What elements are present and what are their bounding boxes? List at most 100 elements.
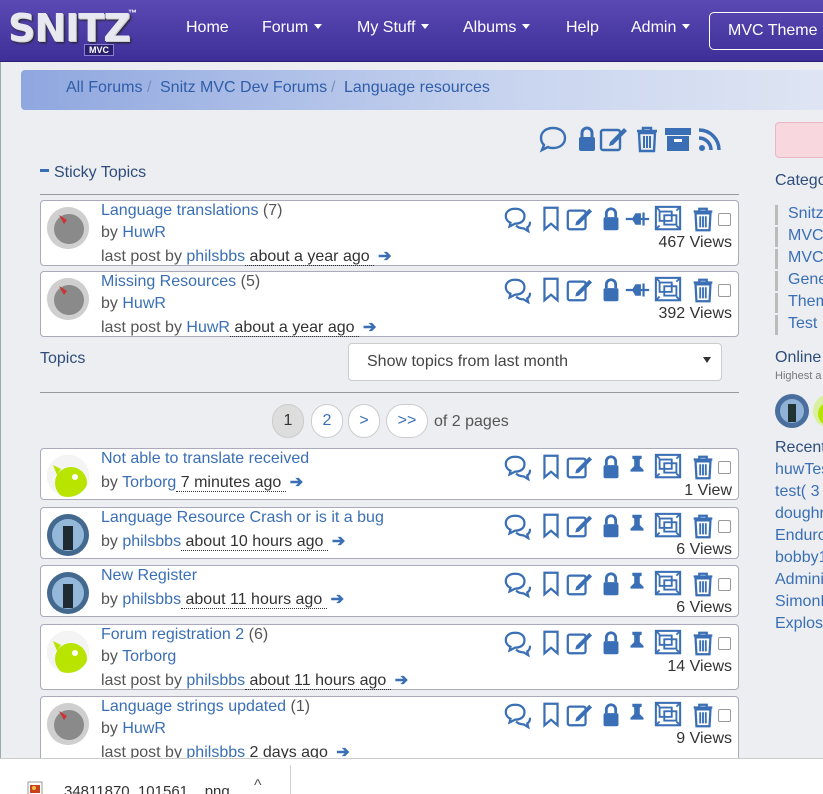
avatar[interactable]	[47, 455, 89, 497]
lock-icon[interactable]	[597, 276, 625, 304]
edit-icon[interactable]	[565, 276, 593, 304]
topic-title-link[interactable]: Language Resource Crash or is it a bug	[101, 509, 384, 526]
topic-author-link[interactable]: philsbbs	[122, 591, 181, 608]
chat-icon[interactable]	[538, 124, 568, 154]
lock-icon[interactable]	[597, 701, 625, 729]
edit-icon[interactable]	[565, 629, 593, 657]
bookmark-icon[interactable]	[537, 205, 565, 233]
topic-title-link[interactable]: Language translations	[101, 202, 258, 219]
page-button[interactable]: >>	[386, 404, 428, 438]
edit-icon[interactable]	[565, 453, 593, 481]
lock-icon[interactable]	[597, 512, 625, 540]
arrow-right-icon[interactable]: ➔	[331, 591, 344, 608]
sidebar-category-link[interactable]: Test	[775, 315, 817, 335]
arrow-right-icon[interactable]: ➔	[363, 319, 376, 336]
nav-forum[interactable]: Forum	[262, 19, 323, 37]
chat-double-icon[interactable]	[503, 570, 531, 598]
site-logo[interactable]: SNITZ ™ MVC	[8, 6, 140, 56]
last-post-user-link[interactable]: philsbbs	[186, 248, 245, 265]
chat-double-icon[interactable]	[503, 629, 531, 657]
avatar[interactable]	[47, 631, 89, 673]
bookmark-icon[interactable]	[537, 570, 565, 598]
move-icon[interactable]	[652, 453, 684, 481]
chevron-up-icon[interactable]: ^	[254, 777, 262, 794]
chat-double-icon[interactable]	[503, 701, 531, 729]
chat-double-icon[interactable]	[503, 453, 531, 481]
topic-author-link[interactable]: HuwR	[122, 295, 166, 312]
archive-icon[interactable]	[663, 124, 693, 154]
bookmark-icon[interactable]	[537, 629, 565, 657]
avatar[interactable]	[47, 514, 89, 556]
edit-icon[interactable]	[565, 512, 593, 540]
lock-icon[interactable]	[597, 570, 625, 598]
pin-icon[interactable]	[623, 701, 651, 729]
topic-filter-select[interactable]: Show topics from last month	[348, 343, 722, 381]
sidebar-category-link[interactable]: Snitz	[775, 205, 823, 225]
arrow-right-icon[interactable]: ➔	[290, 474, 303, 491]
recent-user-link[interactable]: Admini	[775, 571, 823, 589]
move-icon[interactable]	[652, 276, 684, 304]
chat-double-icon[interactable]	[503, 205, 531, 233]
recent-user-link[interactable]: SimonE	[775, 593, 823, 611]
recent-user-link[interactable]: test( 3	[775, 483, 819, 501]
sidebar-category-link[interactable]: MVC	[775, 227, 823, 247]
sticky-topics-toggle[interactable]: Sticky Topics	[40, 164, 146, 182]
move-icon[interactable]	[652, 570, 684, 598]
topic-author-link[interactable]: HuwR	[122, 224, 166, 241]
trash-icon[interactable]	[689, 701, 717, 729]
download-filename[interactable]: 34811870_101561....png	[64, 783, 230, 794]
breadcrumb-all-forums[interactable]: All Forums	[66, 79, 142, 97]
trash-icon[interactable]	[632, 124, 662, 154]
unpin-icon[interactable]	[623, 276, 651, 304]
pin-icon[interactable]	[623, 629, 651, 657]
rss-icon[interactable]	[695, 124, 725, 154]
breadcrumb-forum[interactable]: Snitz MVC Dev Forums	[160, 79, 327, 97]
select-checkbox[interactable]	[718, 709, 731, 722]
sidebar-category-link[interactable]: Them	[775, 293, 823, 313]
online-user-avatar[interactable]	[775, 394, 809, 428]
lock-icon[interactable]	[597, 205, 625, 233]
unpin-icon[interactable]	[623, 205, 651, 233]
bookmark-icon[interactable]	[537, 276, 565, 304]
topic-title-link[interactable]: Forum registration 2	[101, 626, 244, 643]
avatar[interactable]	[47, 703, 89, 745]
lock-icon[interactable]	[597, 453, 625, 481]
arrow-right-icon[interactable]: ➔	[395, 672, 408, 689]
topic-author-link[interactable]: Torborg	[122, 648, 176, 665]
recent-user-link[interactable]: Enduro	[775, 527, 823, 545]
recent-user-link[interactable]: doughr	[775, 505, 823, 523]
topic-title-link[interactable]: Missing Resources	[101, 273, 236, 290]
topic-author-link[interactable]: HuwR	[122, 720, 166, 737]
page-button[interactable]: 1	[272, 404, 304, 438]
select-checkbox[interactable]	[718, 461, 731, 474]
nav-albums[interactable]: Albums	[463, 19, 531, 37]
edit-icon[interactable]	[565, 701, 593, 729]
sidebar-category-link[interactable]: MVC	[775, 249, 823, 269]
select-checkbox[interactable]	[718, 213, 731, 226]
trash-icon[interactable]	[689, 570, 717, 598]
trash-icon[interactable]	[689, 629, 717, 657]
move-icon[interactable]	[652, 701, 684, 729]
pin-icon[interactable]	[623, 570, 651, 598]
trash-icon[interactable]	[689, 512, 717, 540]
avatar[interactable]	[47, 207, 89, 249]
edit-icon[interactable]	[565, 570, 593, 598]
select-checkbox[interactable]	[718, 284, 731, 297]
topic-title-link[interactable]: New Register	[101, 567, 197, 584]
page-button[interactable]: 2	[311, 404, 343, 438]
pin-icon[interactable]	[623, 453, 651, 481]
nav-help[interactable]: Help	[566, 19, 599, 37]
topic-title-link[interactable]: Not able to translate received	[101, 450, 309, 467]
lock-icon[interactable]	[597, 629, 625, 657]
move-icon[interactable]	[652, 205, 684, 233]
trash-icon[interactable]	[689, 276, 717, 304]
page-button[interactable]: >	[348, 404, 380, 438]
avatar[interactable]	[47, 572, 89, 614]
topic-author-link[interactable]: Torborg	[122, 474, 176, 491]
chat-double-icon[interactable]	[503, 512, 531, 540]
chat-double-icon[interactable]	[503, 276, 531, 304]
bookmark-icon[interactable]	[537, 701, 565, 729]
online-user-avatar[interactable]	[813, 394, 823, 428]
edit-icon[interactable]	[565, 205, 593, 233]
move-icon[interactable]	[652, 512, 684, 540]
